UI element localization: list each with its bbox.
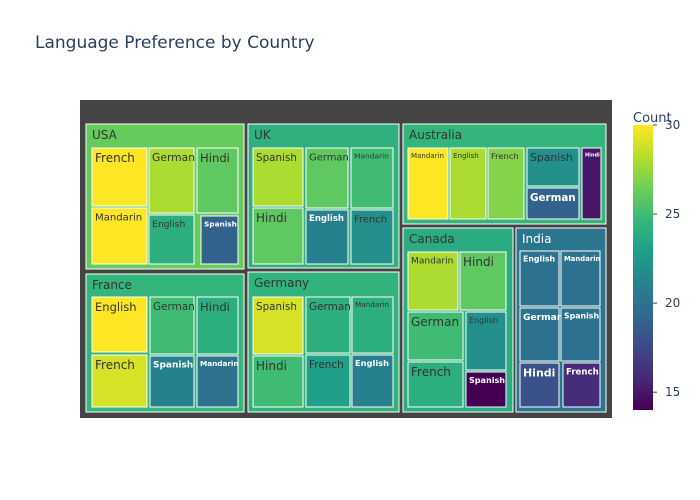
tile-label-usa-mandarin: Mandarin — [95, 213, 142, 224]
tile-label-france-spanish: Spanish — [153, 361, 193, 371]
tile-label-australia-spanish: Spanish — [530, 151, 573, 164]
tile-label-france-german: German — [153, 301, 195, 313]
tile-label-australia-french: French — [491, 151, 519, 161]
tile-label-usa-hindi: Hindi — [200, 151, 230, 165]
tile-label-usa-spanish: Spanish — [204, 219, 237, 228]
tile-label-canada-german: German — [411, 315, 459, 329]
tile-label-france-hindi: Hindi — [200, 300, 230, 314]
tile-label-france-mandarin: Mandarin — [200, 359, 239, 368]
tile-label-canada-english: English — [469, 316, 498, 325]
tile-australia-hindi[interactable] — [581, 147, 602, 220]
tile-label-germany-hindi: Hindi — [256, 359, 287, 373]
tile-label-uk-hindi: Hindi — [256, 211, 287, 225]
tile-label-usa-german: German — [152, 151, 195, 164]
tile-label-india-mandarin: Mandarin — [564, 255, 601, 263]
tile-label-germany-english: English — [355, 358, 389, 368]
country-label-uk: UK — [254, 128, 272, 142]
tile-label-india-hindi: Hindi — [523, 366, 555, 379]
tile-label-australia-english: English — [453, 151, 479, 160]
country-label-france: France — [92, 278, 132, 292]
country-label-usa: USA — [92, 128, 118, 142]
tile-label-germany-spanish: Spanish — [256, 301, 297, 313]
country-group-uk[interactable]: UK Spanish Hindi German English Mandarin Frenc… — [247, 123, 400, 269]
tile-label-germany-mandarin: Mandarin — [355, 300, 389, 309]
tile-label-uk-german: German — [309, 152, 349, 163]
country-group-canada[interactable]: Canada Mandarin Hindi German French English Sp… — [402, 227, 514, 413]
tile-label-uk-mandarin: Mandarin — [354, 151, 389, 160]
tile-label-usa-french: French — [95, 151, 135, 165]
colorbar-tick-label: 15 — [665, 385, 680, 399]
country-group-australia[interactable]: Australia Mandarin English French Spanish Ger… — [402, 123, 607, 225]
tile-label-uk-english: English — [309, 214, 344, 224]
tile-label-usa-english: English — [152, 219, 185, 230]
country-group-india[interactable]: India English Mandarin German Spanish Hindi Fr… — [515, 227, 607, 413]
tile-label-germany-french: French — [309, 359, 344, 371]
tile-label-canada-spanish: Spanish — [469, 376, 505, 385]
colorbar: Count15202530 — [633, 111, 680, 410]
tile-label-canada-hindi: Hindi — [463, 255, 494, 269]
tile-label-india-english: English — [523, 255, 555, 264]
tile-label-australia-mandarin: Mandarin — [411, 151, 444, 160]
country-label-canada: Canada — [409, 232, 455, 246]
tile-label-canada-french: French — [411, 365, 451, 379]
tile-label-france-english: English — [95, 300, 137, 314]
treemap-plot: USA French Mandarin German English Hindi Spani… — [80, 100, 680, 418]
tile-label-australia-german: German — [530, 192, 576, 204]
tile-label-uk-french: French — [354, 214, 387, 225]
country-label-australia: Australia — [409, 128, 462, 142]
country-label-india: India — [522, 232, 551, 246]
tile-label-france-french: French — [95, 358, 135, 372]
colorbar-tick-label: 25 — [665, 207, 680, 221]
colorbar-tick-label: 20 — [665, 296, 680, 310]
country-group-france[interactable]: France English French German Spanish Hindi Man… — [85, 273, 245, 413]
tile-label-germany-german: German — [309, 301, 351, 313]
tile-label-uk-spanish: Spanish — [256, 152, 297, 164]
treemap-chart: Language Preference by Country USA French… — [0, 0, 700, 500]
country-group-germany[interactable]: Germany Spanish Hindi German French Mandarin E… — [247, 271, 400, 413]
tile-label-india-spanish: Spanish — [564, 312, 599, 321]
tile-label-india-german: German — [523, 313, 563, 323]
tile-label-india-french: French — [566, 367, 599, 377]
country-label-germany: Germany — [254, 276, 309, 290]
country-group-usa[interactable]: USA French Mandarin German English Hindi Spani… — [85, 123, 245, 270]
tile-label-australia-hindi: Hindi — [585, 152, 600, 158]
tile-label-canada-mandarin: Mandarin — [411, 257, 453, 267]
colorbar-gradient — [633, 125, 653, 410]
colorbar-tick-label: 30 — [665, 118, 680, 132]
